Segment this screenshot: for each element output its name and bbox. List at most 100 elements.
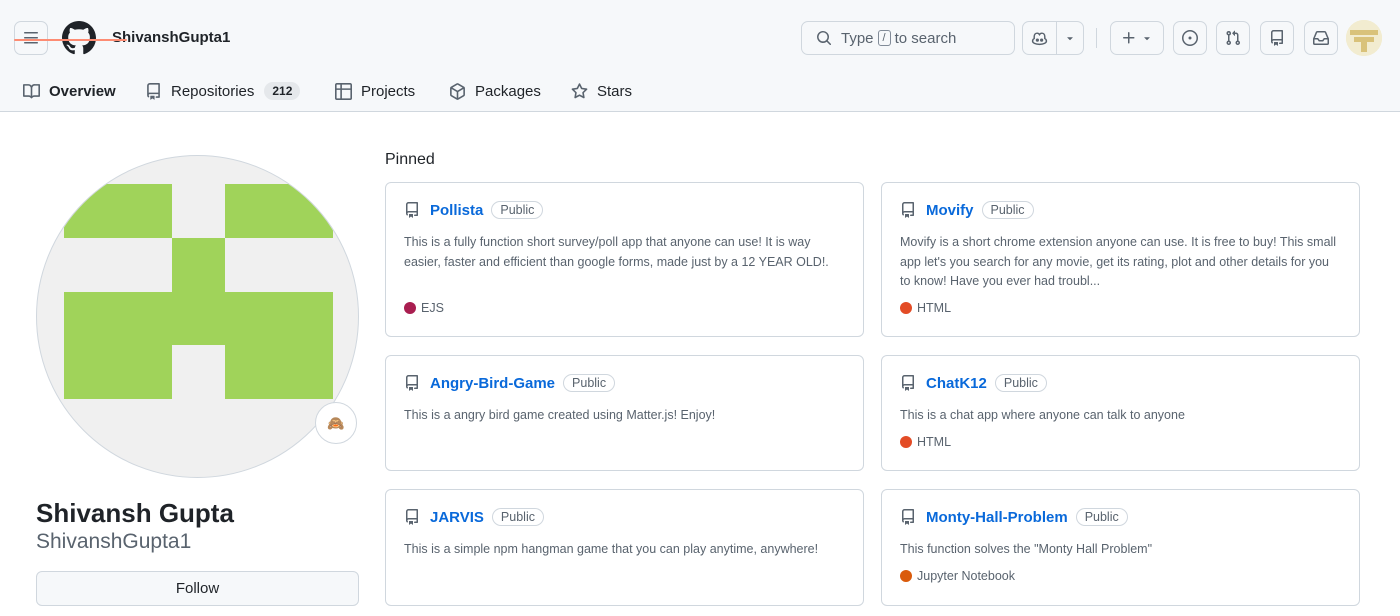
pinned-repo-card: Pollista Public This is a fully function…	[385, 182, 864, 337]
hamburger-icon	[24, 32, 38, 44]
language-color-dot	[404, 302, 416, 314]
tab-overview[interactable]: Overview	[23, 70, 116, 112]
pinned-repo-card: ChatK12 Public This is a chat app where …	[881, 355, 1360, 471]
profile-login: ShivanshGupta1	[36, 530, 192, 553]
follow-button[interactable]: Follow	[36, 571, 359, 606]
card-header: Angry-Bird-Game Public	[404, 374, 616, 392]
repo-description: This is a fully function short survey/po…	[404, 235, 829, 269]
language-color-dot	[900, 570, 912, 582]
repo-icon	[1271, 30, 1283, 46]
triangle-down-icon	[1144, 37, 1150, 41]
pinned-repo-card: JARVIS Public This is a simple npm hangm…	[385, 489, 864, 606]
github-logo-icon[interactable]	[62, 21, 96, 55]
language-name: HTML	[917, 301, 952, 315]
create-new-button[interactable]	[1110, 21, 1164, 55]
star-icon	[571, 82, 588, 98]
repo-name-link[interactable]: Movify	[926, 202, 974, 219]
identicon-icon	[64, 184, 333, 399]
repo-icon	[902, 375, 914, 391]
top-bar: ShivanshGupta1 Type / to search	[0, 0, 1400, 76]
search-input[interactable]: Type / to search	[801, 21, 1015, 55]
tab-stars-label: Stars	[597, 82, 633, 100]
plus-icon	[1123, 32, 1135, 44]
card-header: Pollista Public	[404, 201, 544, 219]
repo-description: This is a simple npm hangman game that y…	[404, 542, 819, 556]
tab-overview-label: Overview	[49, 82, 116, 100]
card-header: Movify Public	[900, 201, 1034, 219]
status-emoji-button[interactable]: 🙈	[315, 402, 357, 444]
repo-icon	[902, 509, 914, 525]
copilot-button[interactable]	[1023, 22, 1056, 54]
repositories-count-badge: 212	[264, 82, 301, 100]
profile-avatar[interactable]	[36, 155, 359, 478]
visibility-badge: Public	[981, 201, 1034, 219]
language-name: HTML	[917, 435, 952, 449]
package-icon	[450, 82, 465, 100]
tab-projects-label: Projects	[361, 82, 416, 100]
card-header: Monty-Hall-Problem Public	[900, 508, 1128, 526]
repo-name-link[interactable]: ChatK12	[926, 375, 987, 392]
pinned-repo-card: Movify Public Movify is a short chrome e…	[881, 182, 1360, 337]
visibility-badge: Public	[491, 508, 544, 526]
tab-stars[interactable]: Stars	[571, 70, 632, 112]
header-divider	[1096, 28, 1097, 48]
repo-icon	[406, 509, 418, 525]
app-header: ShivanshGupta1 Type / to search Overview…	[0, 0, 1400, 112]
copilot-icon	[1031, 31, 1048, 45]
repo-icon	[147, 82, 160, 100]
git-pull-request-icon	[1226, 30, 1241, 46]
language-name: EJS	[421, 301, 444, 315]
repo-language: HTML	[900, 301, 951, 315]
pinned-repo-card: Angry-Bird-Game Public This is a angry b…	[385, 355, 864, 471]
user-avatar[interactable]	[1346, 20, 1382, 56]
repo-description: This is a angry bird game created using …	[404, 408, 716, 422]
triangle-down-icon	[1067, 37, 1073, 41]
profile-full-name: Shivansh Gupta	[36, 498, 234, 528]
book-icon	[23, 83, 40, 98]
tab-packages-label: Packages	[475, 82, 541, 100]
pinned-repo-card: Monty-Hall-Problem Public This function …	[881, 489, 1360, 606]
header-username-link[interactable]: ShivanshGupta1	[112, 29, 230, 46]
language-color-dot	[900, 436, 912, 448]
repo-name-link[interactable]: Angry-Bird-Game	[430, 375, 555, 392]
identicon-icon	[1346, 20, 1382, 56]
inbox-button[interactable]	[1304, 21, 1338, 55]
repositories-button[interactable]	[1260, 21, 1294, 55]
search-icon	[817, 31, 832, 46]
inbox-icon	[1313, 31, 1329, 45]
repo-description: This is a chat app where anyone can talk…	[900, 408, 1185, 422]
pull-requests-button[interactable]	[1216, 21, 1250, 55]
visibility-badge: Public	[1075, 508, 1128, 526]
search-suffix: to search	[894, 29, 957, 47]
language-name: Jupyter Notebook	[917, 569, 1015, 583]
active-tab-indicator	[14, 39, 127, 41]
visibility-badge: Public	[994, 374, 1047, 392]
repo-language: HTML	[900, 435, 951, 449]
menu-button[interactable]	[14, 21, 48, 55]
tab-repositories[interactable]: Repositories 212	[145, 70, 301, 112]
repo-icon	[902, 202, 914, 218]
repo-icon	[406, 375, 418, 391]
language-color-dot	[900, 302, 912, 314]
repo-language: EJS	[404, 301, 444, 315]
tab-repositories-label: Repositories	[171, 82, 255, 100]
repo-description: This function solves the "Monty Hall Pro…	[900, 542, 1153, 556]
copilot-dropdown-button[interactable]	[1057, 22, 1083, 54]
issue-opened-icon	[1182, 30, 1198, 46]
pinned-section-title: Pinned	[385, 151, 435, 168]
tab-packages[interactable]: Packages	[449, 70, 541, 112]
see-no-evil-icon: 🙈	[327, 414, 345, 431]
repo-name-link[interactable]: Pollista	[430, 202, 483, 219]
repo-description: Movify is a short chrome extension anyon…	[900, 235, 1337, 288]
repo-name-link[interactable]: Monty-Hall-Problem	[926, 509, 1068, 526]
tab-projects[interactable]: Projects	[335, 70, 415, 112]
card-header: ChatK12 Public	[900, 374, 1047, 392]
visibility-badge: Public	[491, 201, 544, 219]
search-prefix: Type	[841, 29, 874, 47]
issues-button[interactable]	[1173, 21, 1207, 55]
table-icon	[335, 82, 352, 100]
repo-language: Jupyter Notebook	[900, 569, 1015, 583]
repo-name-link[interactable]: JARVIS	[430, 509, 484, 526]
profile-tabs: Overview Repositories 212 Projects Packa…	[0, 70, 800, 112]
copilot-button-group	[1022, 21, 1084, 55]
